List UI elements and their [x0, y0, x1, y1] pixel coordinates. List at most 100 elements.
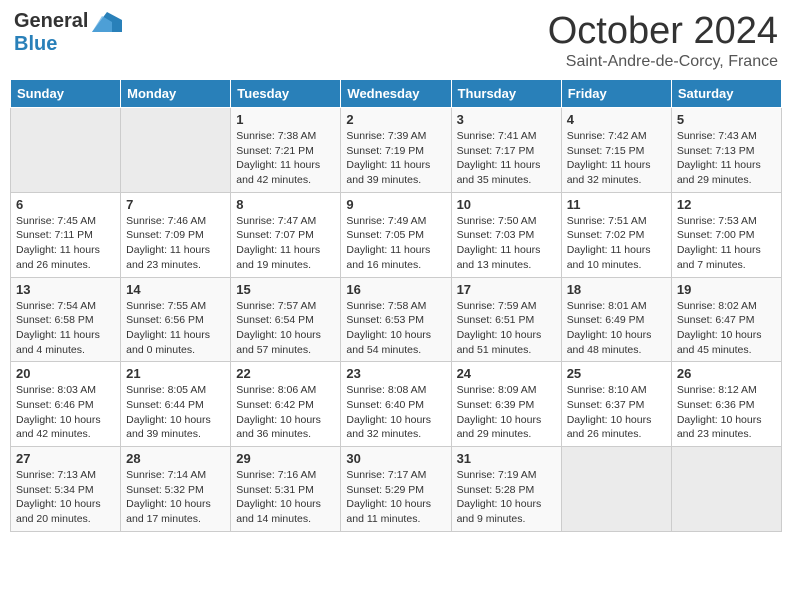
- calendar-header-friday: Friday: [561, 80, 671, 108]
- page-header: General Blue October 2024 Saint-Andre-de…: [10, 10, 782, 71]
- calendar-day-cell: 10 Sunrise: 7:50 AMSunset: 7:03 PMDayligh…: [451, 192, 561, 277]
- day-detail: Sunrise: 7:17 AMSunset: 5:29 PMDaylight:…: [346, 468, 445, 527]
- calendar-header-tuesday: Tuesday: [231, 80, 341, 108]
- day-detail: Sunrise: 7:50 AMSunset: 7:03 PMDaylight:…: [457, 214, 556, 273]
- day-detail: Sunrise: 8:01 AMSunset: 6:49 PMDaylight:…: [567, 299, 666, 358]
- day-detail: Sunrise: 7:41 AMSunset: 7:17 PMDaylight:…: [457, 129, 556, 188]
- calendar-day-cell: 31Sunrise: 7:19 AMSunset: 5:28 PMDayligh…: [451, 447, 561, 532]
- day-number: 18: [567, 282, 666, 297]
- day-detail: Sunrise: 7:13 AMSunset: 5:34 PMDaylight:…: [16, 468, 115, 527]
- logo: General Blue: [14, 10, 122, 56]
- day-detail: Sunrise: 7:57 AMSunset: 6:54 PMDaylight:…: [236, 299, 335, 358]
- calendar-day-cell: 16 Sunrise: 7:58 AMSunset: 6:53 PMDayligh…: [341, 277, 451, 362]
- calendar-day-cell: 12Sunrise: 7:53 AMSunset: 7:00 PMDayligh…: [671, 192, 781, 277]
- calendar-day-cell: 22Sunrise: 8:06 AMSunset: 6:42 PMDayligh…: [231, 362, 341, 447]
- calendar-header-thursday: Thursday: [451, 80, 561, 108]
- day-detail: Sunrise: 7:49 AMSunset: 7:05 PMDaylight:…: [346, 214, 445, 273]
- day-detail: Sunrise: 7:59 AMSunset: 6:51 PMDaylight:…: [457, 299, 556, 358]
- calendar-header-wednesday: Wednesday: [341, 80, 451, 108]
- calendar-week-row: 20 Sunrise: 8:03 AMSunset: 6:46 PMDayligh…: [11, 362, 782, 447]
- calendar-day-cell: 9 Sunrise: 7:49 AMSunset: 7:05 PMDaylight…: [341, 192, 451, 277]
- day-detail: Sunrise: 7:16 AMSunset: 5:31 PMDaylight:…: [236, 468, 335, 527]
- logo-general-text: General: [14, 10, 88, 33]
- calendar-day-cell: 30Sunrise: 7:17 AMSunset: 5:29 PMDayligh…: [341, 447, 451, 532]
- day-detail: Sunrise: 7:51 AMSunset: 7:02 PMDaylight:…: [567, 214, 666, 273]
- day-detail: Sunrise: 7:45 AMSunset: 7:11 PMDaylight:…: [16, 214, 115, 273]
- day-detail: Sunrise: 7:39 AMSunset: 7:19 PMDaylight:…: [346, 129, 445, 188]
- day-detail: Sunrise: 8:08 AMSunset: 6:40 PMDaylight:…: [346, 383, 445, 442]
- title-block: October 2024 Saint-Andre-de-Corcy, Franc…: [548, 10, 778, 71]
- calendar-day-cell: [121, 108, 231, 193]
- day-number: 8: [236, 197, 335, 212]
- day-number: 21: [126, 366, 225, 381]
- day-detail: Sunrise: 8:03 AMSunset: 6:46 PMDaylight:…: [16, 383, 115, 442]
- calendar-day-cell: 20 Sunrise: 8:03 AMSunset: 6:46 PMDayligh…: [11, 362, 121, 447]
- day-number: 11: [567, 197, 666, 212]
- day-number: 10: [457, 197, 556, 212]
- day-number: 2: [346, 112, 445, 127]
- day-detail: Sunrise: 7:42 AMSunset: 7:15 PMDaylight:…: [567, 129, 666, 188]
- day-number: 22: [236, 366, 335, 381]
- calendar-day-cell: 4 Sunrise: 7:42 AMSunset: 7:15 PMDaylight…: [561, 108, 671, 193]
- day-number: 7: [126, 197, 225, 212]
- calendar-day-cell: 18 Sunrise: 8:01 AMSunset: 6:49 PMDayligh…: [561, 277, 671, 362]
- calendar-day-cell: 8 Sunrise: 7:47 AMSunset: 7:07 PMDaylight…: [231, 192, 341, 277]
- calendar-day-cell: 27 Sunrise: 7:13 AMSunset: 5:34 PMDayligh…: [11, 447, 121, 532]
- day-detail: Sunrise: 7:53 AMSunset: 7:00 PMDaylight:…: [677, 214, 776, 273]
- day-detail: Sunrise: 7:55 AMSunset: 6:56 PMDaylight:…: [126, 299, 225, 358]
- day-detail: Sunrise: 7:43 AMSunset: 7:13 PMDaylight:…: [677, 129, 776, 188]
- day-number: 19: [677, 282, 776, 297]
- calendar-day-cell: 26Sunrise: 8:12 AMSunset: 6:36 PMDayligh…: [671, 362, 781, 447]
- day-number: 23: [346, 366, 445, 381]
- day-detail: Sunrise: 7:58 AMSunset: 6:53 PMDaylight:…: [346, 299, 445, 358]
- day-number: 28: [126, 451, 225, 466]
- day-number: 27: [16, 451, 115, 466]
- day-number: 24: [457, 366, 556, 381]
- calendar-day-cell: 7Sunrise: 7:46 AMSunset: 7:09 PMDaylight…: [121, 192, 231, 277]
- day-number: 15: [236, 282, 335, 297]
- calendar-day-cell: 13 Sunrise: 7:54 AMSunset: 6:58 PMDayligh…: [11, 277, 121, 362]
- day-detail: Sunrise: 8:10 AMSunset: 6:37 PMDaylight:…: [567, 383, 666, 442]
- day-number: 5: [677, 112, 776, 127]
- day-number: 29: [236, 451, 335, 466]
- day-number: 6: [16, 197, 115, 212]
- day-number: 9: [346, 197, 445, 212]
- day-detail: Sunrise: 8:09 AMSunset: 6:39 PMDaylight:…: [457, 383, 556, 442]
- calendar-day-cell: 23 Sunrise: 8:08 AMSunset: 6:40 PMDayligh…: [341, 362, 451, 447]
- day-number: 14: [126, 282, 225, 297]
- calendar-day-cell: 15 Sunrise: 7:57 AMSunset: 6:54 PMDayligh…: [231, 277, 341, 362]
- calendar-day-cell: 6 Sunrise: 7:45 AMSunset: 7:11 PMDaylight…: [11, 192, 121, 277]
- location-title: Saint-Andre-de-Corcy, France: [548, 53, 778, 71]
- calendar-day-cell: 5 Sunrise: 7:43 AMSunset: 7:13 PMDaylight…: [671, 108, 781, 193]
- calendar-day-cell: 11 Sunrise: 7:51 AMSunset: 7:02 PMDayligh…: [561, 192, 671, 277]
- calendar-week-row: 6 Sunrise: 7:45 AMSunset: 7:11 PMDaylight…: [11, 192, 782, 277]
- calendar-day-cell: 24 Sunrise: 8:09 AMSunset: 6:39 PMDayligh…: [451, 362, 561, 447]
- day-detail: Sunrise: 7:54 AMSunset: 6:58 PMDaylight:…: [16, 299, 115, 358]
- calendar-day-cell: [11, 108, 121, 193]
- day-number: 1: [236, 112, 335, 127]
- day-number: 3: [457, 112, 556, 127]
- month-title: October 2024: [548, 10, 778, 53]
- day-detail: Sunrise: 7:38 AMSunset: 7:21 PMDaylight:…: [236, 129, 335, 188]
- calendar-day-cell: 21Sunrise: 8:05 AMSunset: 6:44 PMDayligh…: [121, 362, 231, 447]
- day-detail: Sunrise: 7:47 AMSunset: 7:07 PMDaylight:…: [236, 214, 335, 273]
- calendar-header-monday: Monday: [121, 80, 231, 108]
- calendar-header-saturday: Saturday: [671, 80, 781, 108]
- calendar-day-cell: 17 Sunrise: 7:59 AMSunset: 6:51 PMDayligh…: [451, 277, 561, 362]
- calendar-day-cell: 1 Sunrise: 7:38 AMSunset: 7:21 PMDaylight…: [231, 108, 341, 193]
- day-detail: Sunrise: 7:19 AMSunset: 5:28 PMDaylight:…: [457, 468, 556, 527]
- calendar-day-cell: 2 Sunrise: 7:39 AMSunset: 7:19 PMDaylight…: [341, 108, 451, 193]
- day-number: 26: [677, 366, 776, 381]
- day-number: 13: [16, 282, 115, 297]
- calendar-week-row: 1 Sunrise: 7:38 AMSunset: 7:21 PMDaylight…: [11, 108, 782, 193]
- day-detail: Sunrise: 7:14 AMSunset: 5:32 PMDaylight:…: [126, 468, 225, 527]
- day-number: 4: [567, 112, 666, 127]
- calendar-day-cell: 3 Sunrise: 7:41 AMSunset: 7:17 PMDaylight…: [451, 108, 561, 193]
- day-number: 25: [567, 366, 666, 381]
- day-number: 17: [457, 282, 556, 297]
- logo-icon: [92, 12, 122, 32]
- day-number: 20: [16, 366, 115, 381]
- logo-blue-text: Blue: [14, 33, 57, 56]
- calendar-header-row: SundayMondayTuesdayWednesdayThursdayFrid…: [11, 80, 782, 108]
- day-number: 16: [346, 282, 445, 297]
